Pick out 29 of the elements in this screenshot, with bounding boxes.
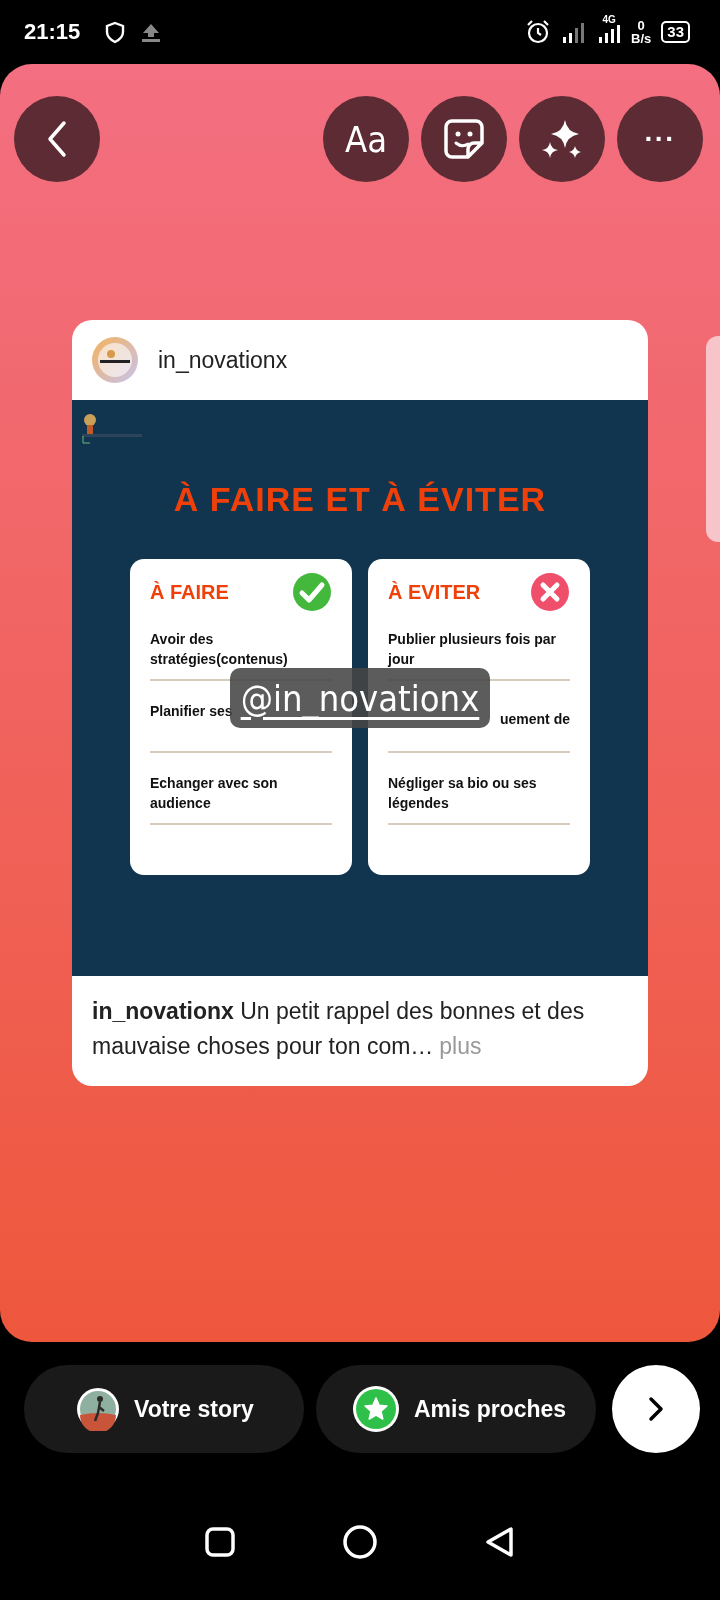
cross-icon	[530, 572, 570, 612]
check-icon	[292, 572, 332, 612]
post-card[interactable]	[72, 320, 648, 1086]
post-username[interactable]: in_novationx	[158, 346, 288, 374]
sticker-icon	[442, 117, 486, 161]
battery-level: 33	[661, 21, 690, 43]
your-story-button[interactable]: Votre story	[24, 1365, 304, 1453]
avatar-logo-icon	[92, 337, 138, 383]
shield-icon	[104, 20, 127, 44]
text-button[interactable]: Aa	[323, 96, 409, 182]
speed-value: 0	[637, 19, 645, 32]
home-icon[interactable]	[342, 1524, 378, 1560]
speed-unit: B/s	[631, 32, 652, 45]
brand-logo-icon	[80, 412, 144, 446]
list-heading: À EVITER	[388, 580, 481, 604]
image-title: À FAIRE ET À ÉVITER	[173, 480, 547, 519]
network-type: 4G	[602, 15, 616, 25]
close-friends-button[interactable]: Amis proches	[316, 1365, 596, 1453]
more-button[interactable]: ···	[617, 96, 703, 182]
post-caption: in_novationx Un petit rappel des bonnes et des mauvaise choses pour ton com… plus	[91, 997, 586, 1061]
list-item: Echanger avec son audience	[150, 763, 332, 825]
list-heading: À FAIRE	[150, 580, 229, 604]
signal-icon	[597, 25, 622, 43]
chevron-right-icon	[646, 1395, 666, 1423]
recents-icon[interactable]	[202, 1525, 237, 1559]
status-time: 21:15	[24, 19, 81, 45]
list-item: Négliger sa bio ou ses légendes	[388, 763, 570, 825]
avatar-icon	[76, 1387, 120, 1431]
mention-sticker[interactable]: @in_novationx	[230, 668, 490, 728]
